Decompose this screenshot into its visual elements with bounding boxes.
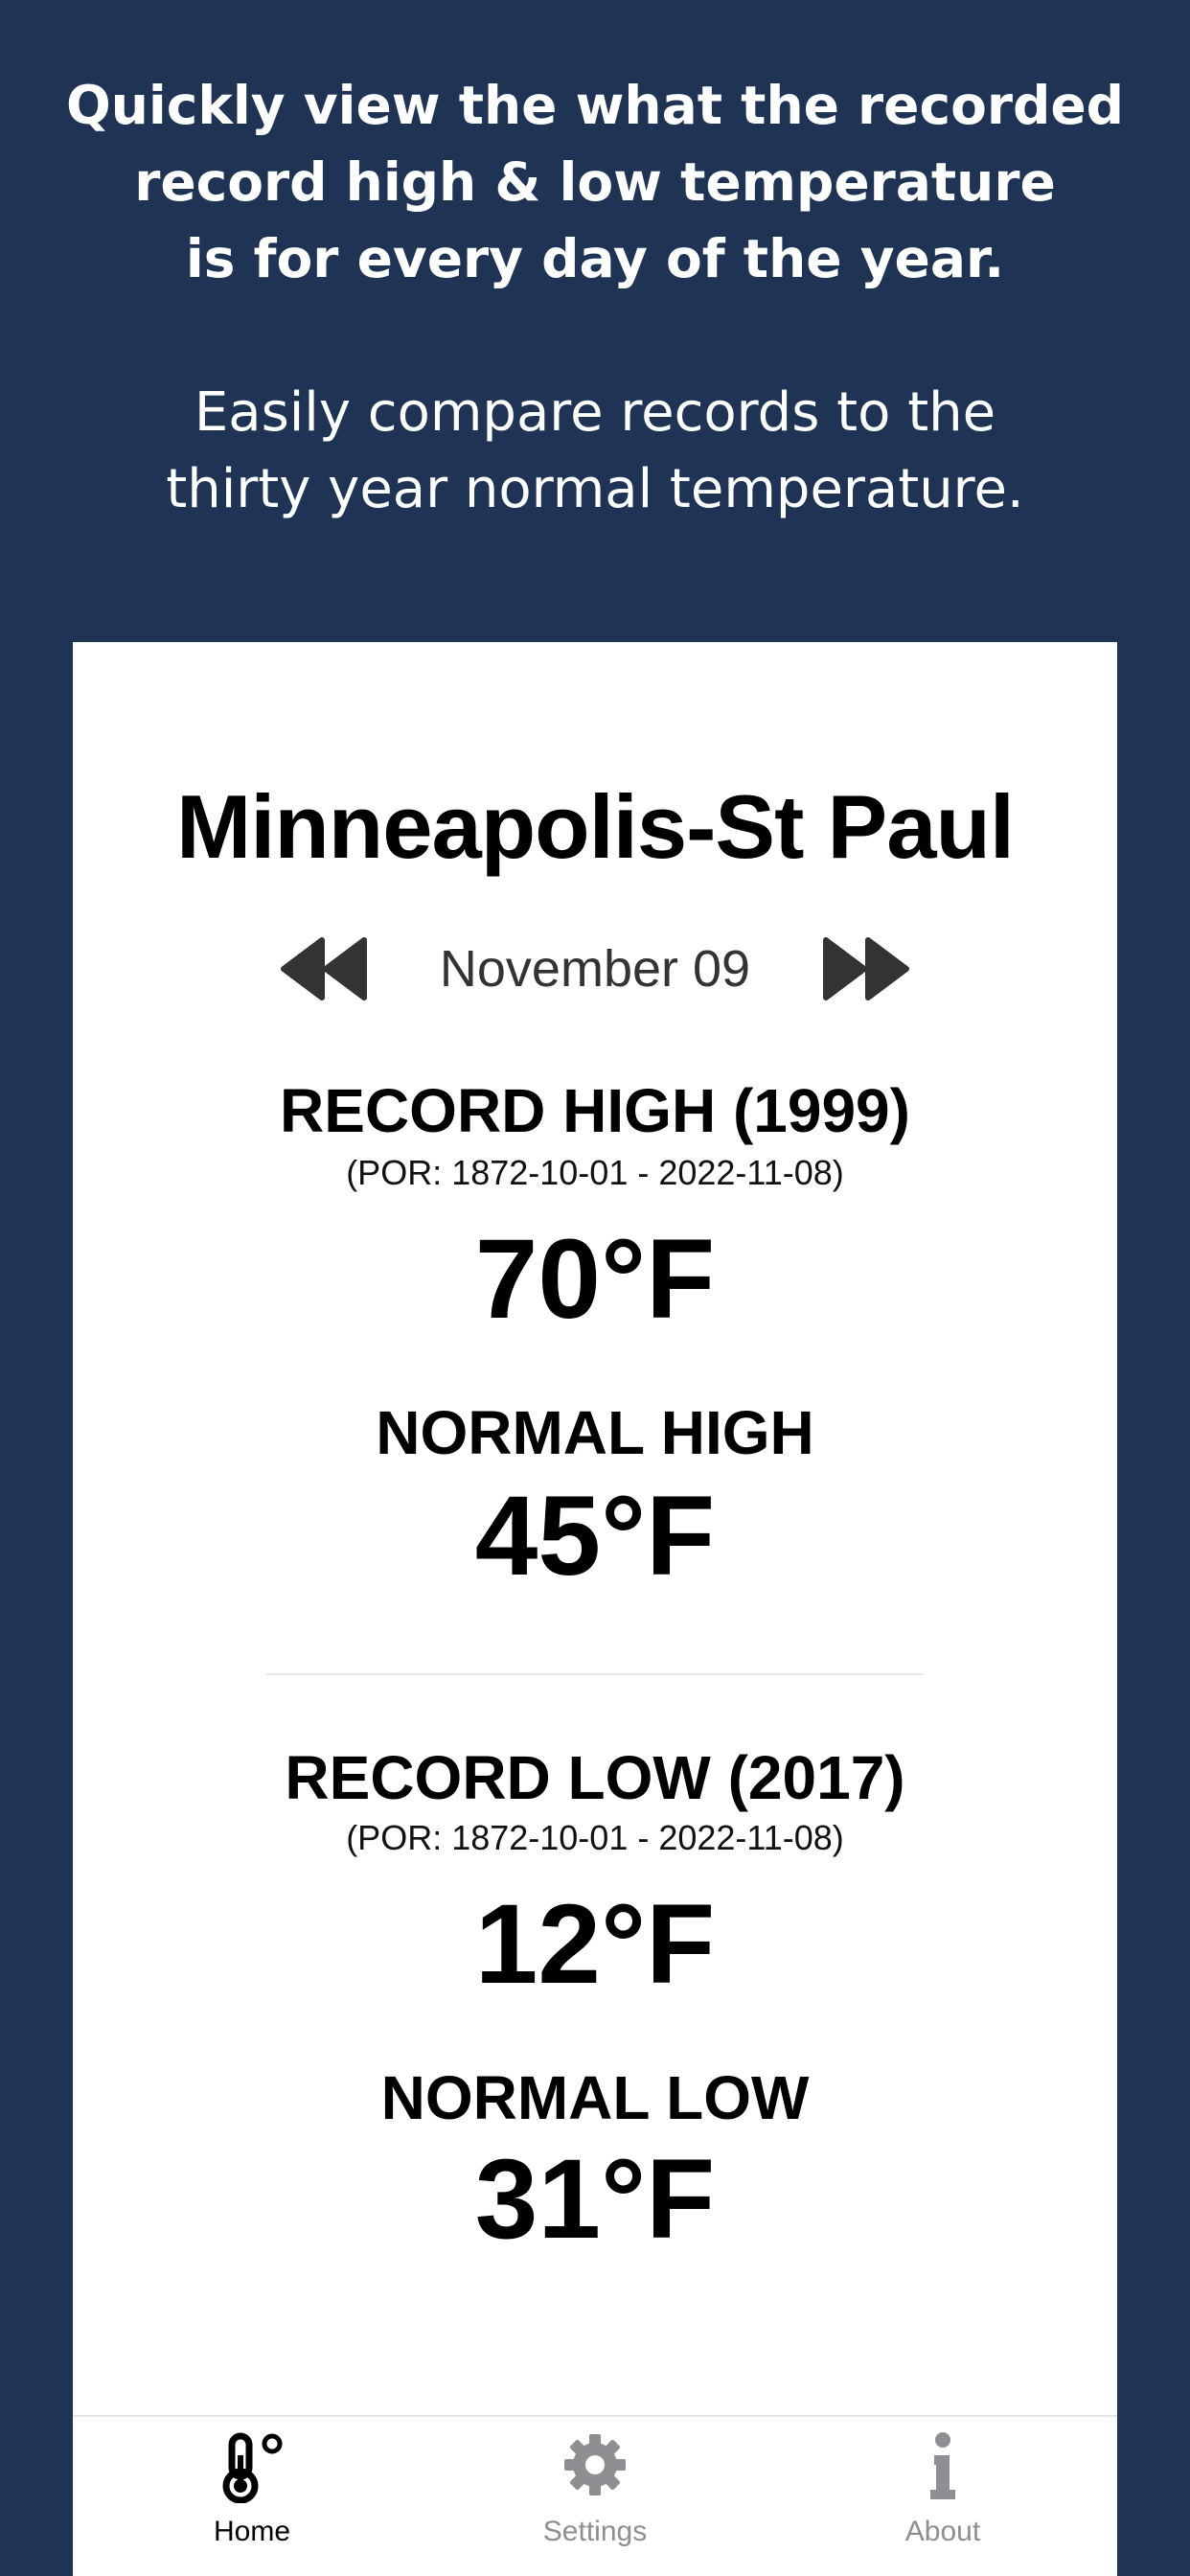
tab-bar: Home Settings About xyxy=(73,2415,1117,2576)
info-icon xyxy=(930,2432,955,2499)
record-high-value: 70°F xyxy=(474,1216,716,1343)
record-low-label: RECORD LOW (2017) xyxy=(285,1743,905,1812)
promo-line-3: is for every day of the year. xyxy=(185,228,1005,289)
station-title: Minneapolis-St Paul xyxy=(175,776,1015,877)
section-divider xyxy=(266,1673,924,1675)
normal-high-value: 45°F xyxy=(474,1473,716,1599)
promo-line-4: Easily compare records to the xyxy=(194,381,996,444)
promo-line-2: record high & low temperature xyxy=(134,151,1056,213)
tab-home-label: Home xyxy=(213,2516,291,2547)
tab-home[interactable]: Home xyxy=(127,2417,377,2576)
app-screen: Minneapolis-St Paul November 09 RECORD H… xyxy=(73,642,1117,2576)
tab-settings[interactable]: Settings xyxy=(470,2417,720,2576)
normal-low-label: NORMAL LOW xyxy=(380,2063,810,2132)
promo-spacer xyxy=(0,297,1190,375)
thermometer-icon xyxy=(222,2432,283,2503)
record-low-value: 12°F xyxy=(474,1881,716,2008)
promo-caption: Quickly view the what the recorded recor… xyxy=(0,67,1190,528)
promo-line-5: thirty year normal temperature. xyxy=(166,458,1024,520)
normal-low-value: 31°F xyxy=(474,2136,716,2263)
record-low-por: (POR: 1872-10-01 - 2022-11-08) xyxy=(346,1818,844,1857)
promo-line-1: Quickly view the what the recorded xyxy=(65,75,1125,136)
record-high-label: RECORD HIGH (1999) xyxy=(280,1076,910,1145)
current-date: November 09 xyxy=(439,940,751,998)
tab-about[interactable]: About xyxy=(818,2417,1067,2576)
normal-high-label: NORMAL HIGH xyxy=(376,1398,814,1467)
record-high-por: (POR: 1872-10-01 - 2022-11-08) xyxy=(346,1153,844,1192)
gear-icon xyxy=(564,2434,626,2496)
fast-forward-icon xyxy=(823,937,909,1000)
date-selector: November 09 xyxy=(73,930,1117,1006)
tab-settings-label: Settings xyxy=(542,2516,648,2547)
tab-about-label: About xyxy=(904,2516,981,2547)
next-day-button[interactable] xyxy=(818,937,910,1000)
